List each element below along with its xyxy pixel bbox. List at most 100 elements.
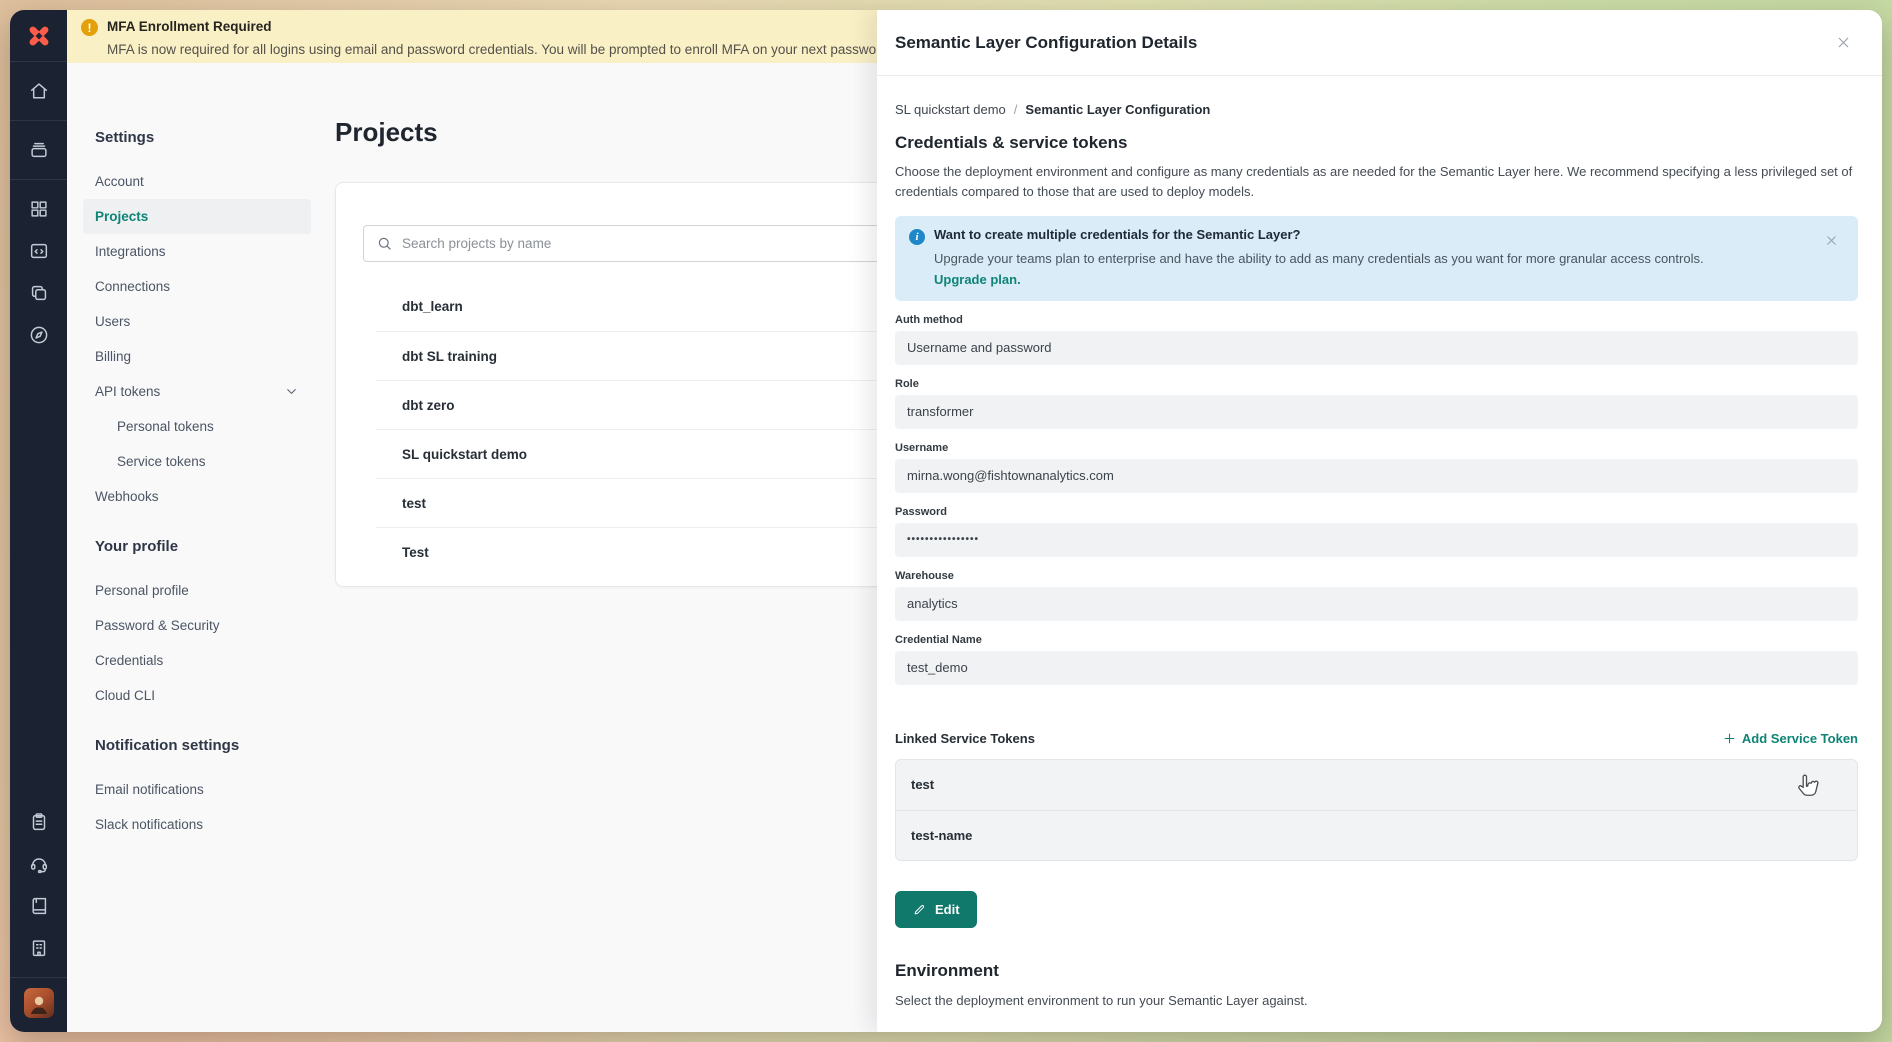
credential-name-value: test_demo [895, 651, 1858, 685]
warning-icon: ! [81, 19, 98, 36]
dashboard-button[interactable] [19, 188, 59, 230]
upgrade-plan-link[interactable]: Upgrade plan. [934, 272, 1021, 287]
support-button[interactable] [19, 843, 59, 885]
field-label: Role [895, 378, 1858, 390]
sidebar-item-webhooks[interactable]: Webhooks [83, 479, 311, 514]
credentials-section-title: Credentials & service tokens [895, 133, 1858, 153]
credentials-section-description: Choose the deployment environment and co… [895, 162, 1858, 202]
info-banner-title: Want to create multiple credentials for … [934, 227, 1809, 242]
password-field: Password •••••••••••••••• [895, 506, 1858, 557]
sidebar-item-cloud-cli[interactable]: Cloud CLI [83, 678, 311, 713]
add-service-token-label: Add Service Token [1742, 731, 1858, 746]
code-window-icon [28, 240, 50, 262]
copy-icon [28, 282, 50, 304]
sidebar-item-personal-profile[interactable]: Personal profile [83, 573, 311, 608]
warehouse-field: Warehouse analytics [895, 570, 1858, 621]
sidebar-item-account[interactable]: Account [83, 164, 311, 199]
explore-button[interactable] [19, 314, 59, 356]
field-label: Password [895, 506, 1858, 518]
nav-gap [95, 713, 311, 737]
upgrade-info-banner: i Want to create multiple credentials fo… [895, 216, 1858, 301]
dbt-logo[interactable] [10, 10, 67, 62]
password-value: •••••••••••••••• [895, 523, 1858, 557]
linked-tokens-title: Linked Service Tokens [895, 731, 1035, 746]
field-label: Auth method [895, 314, 1858, 326]
credential-name-field: Credential Name test_demo [895, 634, 1858, 685]
breadcrumb: SL quickstart demo / Semantic Layer Conf… [895, 102, 1858, 117]
dbt-logo-icon [25, 22, 53, 50]
person-icon [27, 992, 51, 1016]
icon-rail [10, 10, 67, 1032]
changelog-button[interactable] [19, 801, 59, 843]
profile-section-title: Your profile [95, 538, 311, 555]
sidebar-item-api-tokens[interactable]: API tokens [83, 374, 311, 409]
role-field: Role transformer [895, 378, 1858, 429]
sidebar-item-service-tokens[interactable]: Service tokens [83, 444, 311, 479]
panel-body: SL quickstart demo / Semantic Layer Conf… [877, 76, 1882, 1032]
user-avatar[interactable] [24, 988, 54, 1018]
nav-gap [95, 514, 311, 538]
rail-group-deploy [10, 121, 67, 180]
settings-nav-title: Settings [95, 129, 311, 146]
home-button[interactable] [19, 70, 59, 112]
auth-method-field: Auth method Username and password [895, 314, 1858, 365]
edit-button-label: Edit [935, 902, 960, 917]
docs-button[interactable] [19, 885, 59, 927]
desktop-background: ! MFA Enrollment Required MFA is now req… [0, 0, 1892, 1042]
sidebar-item-projects[interactable]: Projects [83, 199, 311, 234]
field-label: Credential Name [895, 634, 1858, 646]
sidebar-item-password-security[interactable]: Password & Security [83, 608, 311, 643]
rail-group-home [10, 62, 67, 121]
panel-header: Semantic Layer Configuration Details [877, 10, 1882, 76]
breadcrumb-project[interactable]: SL quickstart demo [895, 102, 1006, 117]
search-icon [376, 235, 393, 252]
sidebar-item-billing[interactable]: Billing [83, 339, 311, 374]
environment-section-title: Environment [895, 961, 1858, 981]
rail-group-help [10, 793, 67, 977]
rail-avatar-section [10, 977, 67, 1032]
role-value: transformer [895, 395, 1858, 429]
sidebar-item-email-notifications[interactable]: Email notifications [83, 772, 311, 807]
sidebar-item-users[interactable]: Users [83, 304, 311, 339]
app-window: ! MFA Enrollment Required MFA is now req… [10, 10, 1882, 1032]
field-label: Username [895, 442, 1858, 454]
sidebar-item-personal-tokens[interactable]: Personal tokens [83, 409, 311, 444]
linked-tokens-list: test test-name [895, 759, 1858, 861]
sidebar-item-integrations[interactable]: Integrations [83, 234, 311, 269]
pencil-icon [912, 902, 927, 917]
username-value: mirna.wong@fishtownanalytics.com [895, 459, 1858, 493]
close-icon [1835, 34, 1852, 51]
edit-button[interactable]: Edit [895, 891, 977, 928]
ide-button[interactable] [19, 230, 59, 272]
close-icon [1824, 233, 1839, 248]
linked-tokens-header: Linked Service Tokens Add Service Token [895, 731, 1858, 746]
semantic-layer-panel: Semantic Layer Configuration Details SL … [877, 10, 1882, 1032]
sidebar-item-slack-notifications[interactable]: Slack notifications [83, 807, 311, 842]
headset-icon [28, 853, 50, 875]
environment-section-description: Select the deployment environment to run… [895, 993, 1858, 1008]
deploy-button[interactable] [19, 129, 59, 171]
building-icon [28, 937, 50, 959]
info-banner-text: Want to create multiple credentials for … [934, 227, 1809, 289]
info-banner-close-button[interactable] [1818, 227, 1844, 253]
add-service-token-button[interactable]: Add Service Token [1723, 731, 1858, 746]
grid-icon [28, 198, 50, 220]
panel-close-button[interactable] [1830, 30, 1856, 56]
sidebar-item-credentials[interactable]: Credentials [83, 643, 311, 678]
panel-title: Semantic Layer Configuration Details [895, 33, 1197, 53]
notifications-section-title: Notification settings [95, 737, 311, 754]
compass-icon [28, 324, 50, 346]
token-row: test-name [896, 810, 1857, 860]
clipboard-icon [28, 811, 50, 833]
develop-button[interactable] [19, 272, 59, 314]
info-icon: i [909, 229, 925, 245]
info-banner-body: Upgrade your teams plan to enterprise an… [934, 249, 1809, 269]
rail-group-tools [10, 180, 67, 364]
docs-icon [28, 895, 50, 917]
sidebar-item-connections[interactable]: Connections [83, 269, 311, 304]
breadcrumb-separator: / [1014, 102, 1018, 117]
stack-icon [28, 139, 50, 161]
chevron-down-icon [284, 384, 299, 399]
field-label: Warehouse [895, 570, 1858, 582]
building-button[interactable] [19, 927, 59, 969]
